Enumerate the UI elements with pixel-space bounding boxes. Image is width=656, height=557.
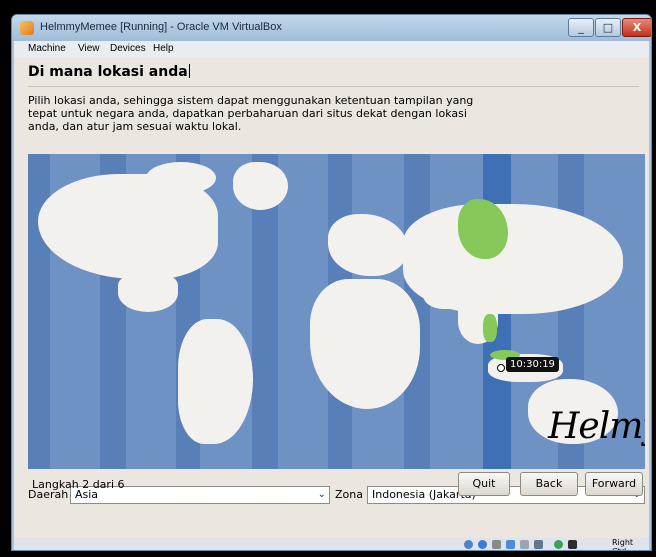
- greenland-shape: [233, 162, 288, 210]
- menu-machine[interactable]: Machine: [28, 43, 66, 54]
- capture-icon[interactable]: [554, 540, 563, 549]
- zone-label: Zona: [335, 488, 363, 501]
- minimize-button[interactable]: _: [568, 18, 594, 37]
- window-title: HelmmyMemee [Running] - Oracle VM Virtua…: [40, 21, 282, 33]
- arctic-islands-shape: [146, 162, 216, 194]
- title-bar[interactable]: HelmmyMemee [Running] - Oracle VM Virtua…: [12, 15, 651, 41]
- page-title: Di mana lokasi anda: [28, 64, 190, 80]
- menu-help[interactable]: Help: [153, 43, 174, 54]
- display-icon[interactable]: [534, 540, 543, 549]
- highlighted-country-shape: [483, 314, 497, 342]
- virtualbox-icon: [20, 21, 34, 35]
- disk-icon[interactable]: [464, 540, 473, 549]
- africa-shape: [310, 279, 420, 409]
- host-key-label: Right Ctrl: [612, 538, 634, 550]
- forward-button[interactable]: Forward: [585, 472, 643, 496]
- shared-folder-icon[interactable]: [520, 540, 529, 549]
- network-icon[interactable]: [506, 540, 515, 549]
- menu-view[interactable]: View: [78, 43, 100, 54]
- time-tooltip: 10:30:19: [506, 357, 559, 372]
- back-button[interactable]: Back: [520, 472, 578, 496]
- europe-shape: [328, 214, 408, 276]
- menu-devices[interactable]: Devices: [110, 43, 146, 54]
- cd-icon[interactable]: [478, 540, 487, 549]
- installer-panel: Di mana lokasi anda Pilih lokasi anda, s…: [14, 58, 649, 538]
- close-button[interactable]: X: [622, 18, 651, 37]
- south-america-shape: [178, 319, 253, 444]
- maximize-button[interactable]: □: [595, 18, 621, 37]
- divider: [28, 86, 639, 87]
- chevron-down-icon: ⌄: [317, 489, 326, 500]
- usb-icon[interactable]: [492, 540, 501, 549]
- step-indicator: Langkah 2 dari 6: [32, 478, 125, 491]
- signature-watermark: Helmy: [548, 406, 645, 447]
- location-pin-icon[interactable]: [497, 364, 505, 372]
- keyboard-icon[interactable]: [568, 540, 577, 549]
- menu-bar: Machine View Devices Help: [14, 41, 649, 59]
- quit-button[interactable]: Quit: [458, 472, 510, 496]
- timezone-map[interactable]: 10:30:19 Helmy: [28, 154, 645, 469]
- status-bar: Right Ctrl: [14, 538, 649, 550]
- virtualbox-window: HelmmyMemee [Running] - Oracle VM Virtua…: [11, 14, 652, 551]
- central-america-shape: [118, 274, 178, 312]
- description-text: Pilih lokasi anda, sehingga sistem dapat…: [28, 94, 474, 133]
- text-caret: [188, 64, 190, 78]
